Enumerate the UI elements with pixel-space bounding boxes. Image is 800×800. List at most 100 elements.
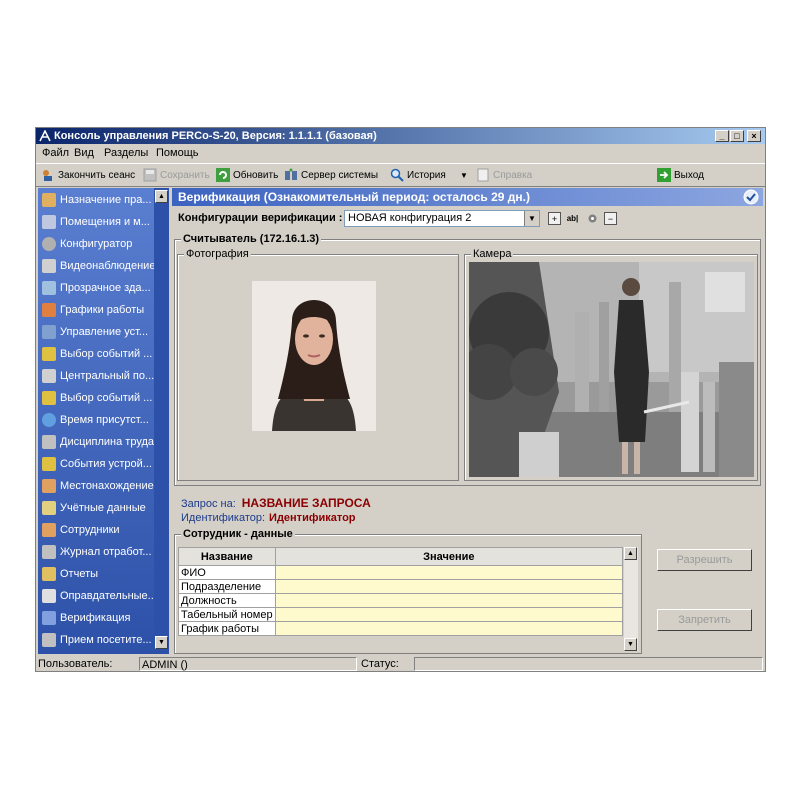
guard-icon [42, 369, 56, 383]
sidebar-item-label: Дисциплина труда [60, 436, 154, 448]
magnifier-icon [390, 168, 404, 182]
history-button[interactable]: История [390, 167, 446, 183]
status-label: Статус: [361, 658, 399, 670]
save-button[interactable]: Сохранить [143, 167, 210, 183]
sidebar-item-labor-discipline[interactable]: Дисциплина труда [42, 431, 154, 453]
sidebar-item-reports[interactable]: Отчеты [42, 563, 154, 585]
column-header-name[interactable]: Название [178, 547, 276, 566]
chevron-down-icon[interactable]: ▼ [524, 211, 539, 226]
sidebar-item-central-post[interactable]: Центральный по... [42, 365, 154, 387]
history-dropdown-icon[interactable]: ▼ [460, 167, 468, 183]
menu-bar: Файл Вид Разделы Помощь [36, 144, 765, 162]
deny-button[interactable]: Запретить [657, 609, 752, 631]
request-row: Запрос на: НАЗВАНИЕ ЗАПРОСА [181, 496, 371, 510]
row-name: Должность [178, 593, 276, 608]
sidebar-item-label: Отчеты [60, 568, 99, 580]
scroll-down-icon[interactable]: ▼ [155, 636, 168, 649]
table-scrollbar[interactable]: ▲ ▼ [624, 547, 638, 651]
menu-sections[interactable]: Разделы [104, 144, 148, 162]
rename-config-icon[interactable]: ab| [566, 212, 579, 225]
clock-icon [42, 413, 56, 427]
credentials-icon [42, 501, 56, 515]
help-button[interactable]: Справка [476, 167, 532, 183]
sidebar-item-premises[interactable]: Помещения и м... [42, 211, 154, 233]
config-select[interactable]: НОВАЯ конфигурация 2 ▼ [344, 210, 540, 227]
table-row[interactable]: Должность [178, 593, 624, 608]
row-value[interactable] [274, 565, 624, 580]
sidebar-item-schedules[interactable]: Графики работы [42, 299, 154, 321]
minimize-button[interactable]: _ [715, 130, 729, 142]
sidebar-item-label: Выбор событий ... [60, 392, 153, 404]
sidebar-item-presence-time[interactable]: Время присутст... [42, 409, 154, 431]
sidebar-item-credentials[interactable]: Учётные данные [42, 497, 154, 519]
sidebar-scrollbar[interactable]: ▲ ▼ [154, 188, 169, 654]
table-row[interactable]: График работы [178, 621, 624, 636]
table-row[interactable]: Табельный номер [178, 607, 624, 622]
server-button[interactable]: Сервер системы [284, 167, 378, 183]
row-value[interactable] [274, 607, 624, 622]
close-button[interactable]: × [747, 130, 761, 142]
sidebar-item-device-events[interactable]: События устрой... [42, 453, 154, 475]
menu-file[interactable]: Файл [42, 144, 69, 162]
sidebar-item-location[interactable]: Местонахождение [42, 475, 154, 497]
sidebar-item-verification[interactable]: Верификация [42, 607, 154, 629]
allow-button[interactable]: Разрешить [657, 549, 752, 571]
camera-feed-image [469, 262, 754, 477]
sidebar-item-transparent-building[interactable]: Прозрачное зда... [42, 277, 154, 299]
sidebar-item-event-select-2[interactable]: Выбор событий ... [42, 387, 154, 409]
help-icon [477, 168, 489, 182]
scroll-up-icon[interactable]: ▲ [155, 190, 168, 203]
sidebar-item-label: Верификация [60, 612, 131, 624]
row-name: График работы [178, 621, 276, 636]
save-label: Сохранить [160, 169, 210, 181]
reports-icon [42, 567, 56, 581]
sidebar-item-event-select-1[interactable]: Выбор событий ... [42, 343, 154, 365]
add-config-icon[interactable]: + [548, 212, 561, 225]
sidebar-item-work-journal[interactable]: Журнал отработ... [42, 541, 154, 563]
status-value [414, 657, 763, 671]
sidebar-item-access-rights[interactable]: Назначение пра... [42, 189, 154, 211]
row-value[interactable] [274, 593, 624, 608]
row-value[interactable] [274, 621, 624, 636]
request-area: Запрос на: НАЗВАНИЕ ЗАПРОСА Идентификатор… [172, 486, 763, 530]
sidebar-item-label: Время присутст... [60, 414, 149, 426]
delete-config-icon[interactable]: − [604, 212, 617, 225]
history-label: История [407, 169, 446, 181]
discipline-icon [42, 435, 56, 449]
refresh-button[interactable]: Обновить [216, 167, 278, 183]
end-session-button[interactable]: Закончить сеанс [41, 167, 135, 183]
portrait-image [252, 281, 376, 431]
table-row[interactable]: ФИО [178, 565, 624, 580]
sidebar-item-label: Видеонаблюдение [60, 260, 154, 272]
sidebar-item-label: Журнал отработ... [60, 546, 152, 558]
exit-button[interactable]: Выход [657, 167, 704, 183]
settings-config-icon[interactable] [586, 212, 599, 225]
verification-header-icon [743, 189, 759, 205]
column-header-value[interactable]: Значение [274, 547, 624, 566]
sidebar-item-device-control[interactable]: Управление уст... [42, 321, 154, 343]
row-value[interactable] [274, 579, 624, 594]
sidebar-item-configurator[interactable]: Конфигуратор [42, 233, 154, 255]
scroll-up-icon[interactable]: ▲ [624, 547, 637, 560]
sidebar-item-visitors[interactable]: Прием посетите... [42, 629, 154, 651]
exit-label: Выход [674, 169, 704, 181]
request-value: НАЗВАНИЕ ЗАПРОСА [241, 496, 371, 510]
camera-view [469, 262, 754, 477]
sidebar-item-label: Учётные данные [60, 502, 146, 514]
sidebar-item-excuse-docs[interactable]: Оправдательные... [42, 585, 154, 607]
journal-icon [42, 545, 56, 559]
maximize-button[interactable]: □ [730, 130, 744, 142]
sidebar-item-video[interactable]: Видеонаблюдение [42, 255, 154, 277]
table-header-row: Название Значение [178, 547, 624, 566]
window-title: Консоль управления PERCo-S-20, Версия: 1… [54, 130, 377, 142]
row-name: ФИО [178, 565, 276, 580]
menu-view[interactable]: Вид [74, 144, 94, 162]
sidebar-item-label: Оправдательные... [60, 590, 154, 602]
sidebar-item-employees[interactable]: Сотрудники [42, 519, 154, 541]
scroll-down-icon[interactable]: ▼ [624, 638, 637, 651]
table-row[interactable]: Подразделение [178, 579, 624, 594]
menu-help[interactable]: Помощь [156, 144, 199, 162]
sidebar-item-label: Управление уст... [60, 326, 149, 338]
user-label: Пользователь: [38, 658, 113, 670]
row-name: Подразделение [178, 579, 276, 594]
